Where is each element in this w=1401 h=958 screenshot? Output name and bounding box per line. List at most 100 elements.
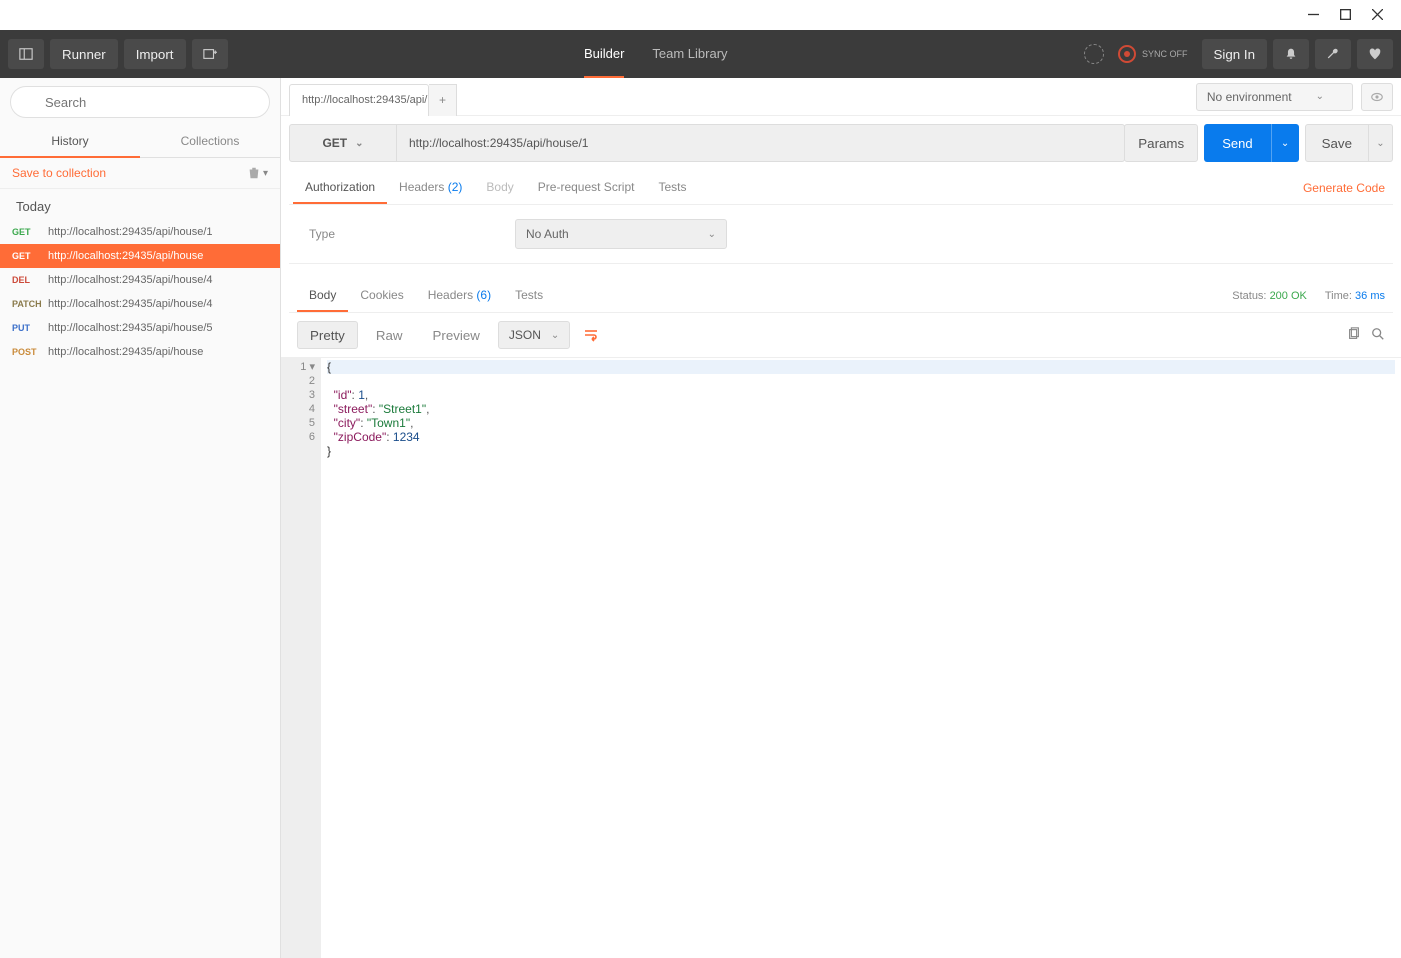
bell-icon bbox=[1284, 47, 1298, 61]
method-select[interactable]: GET ⌄ bbox=[289, 124, 397, 162]
save-button[interactable]: Save bbox=[1305, 124, 1369, 162]
chevron-down-icon: ⌄ bbox=[708, 229, 716, 240]
sidebar-tab-history[interactable]: History bbox=[0, 126, 140, 158]
tab-team-library[interactable]: Team Library bbox=[652, 30, 727, 78]
response-tab-cookies[interactable]: Cookies bbox=[348, 280, 415, 312]
response-body[interactable]: 1 ▾23456 { "id": 1, "street": "Street1",… bbox=[281, 357, 1401, 958]
chevron-down-icon: ⌄ bbox=[1281, 138, 1289, 149]
history-item[interactable]: PATCHhttp://localhost:29435/api/house/4 bbox=[0, 292, 280, 316]
settings-button[interactable] bbox=[1315, 39, 1351, 69]
save-dropdown[interactable]: ⌄ bbox=[1369, 124, 1393, 162]
top-nav: Runner Import Builder Team Library SYNC … bbox=[0, 30, 1401, 78]
heart-button[interactable] bbox=[1357, 39, 1393, 69]
sync-status[interactable]: SYNC OFF bbox=[1110, 45, 1196, 63]
heart-icon bbox=[1368, 47, 1382, 61]
import-button[interactable]: Import bbox=[124, 39, 186, 69]
trash-icon bbox=[247, 166, 261, 180]
environment-quicklook[interactable] bbox=[1361, 83, 1393, 111]
history-item[interactable]: PUT http://localhost:29435/api/house/5 bbox=[0, 316, 280, 340]
send-dropdown[interactable]: ⌄ bbox=[1271, 124, 1299, 162]
search-input[interactable] bbox=[10, 86, 270, 118]
history-method: PATCH bbox=[12, 299, 42, 309]
tab-authorization[interactable]: Authorization bbox=[293, 172, 387, 204]
response-tab-headers[interactable]: Headers (6) bbox=[416, 280, 503, 312]
format-select[interactable]: JSON ⌄ bbox=[498, 321, 570, 349]
add-tab-button[interactable]: + bbox=[429, 84, 457, 116]
history-url: http://localhost:29435/api/house bbox=[48, 250, 203, 262]
new-tab-icon bbox=[203, 47, 217, 61]
history-method: GET bbox=[12, 227, 42, 237]
history-url: http://localhost:29435/api/house/1 bbox=[48, 226, 213, 238]
chevron-down-icon: ⌄ bbox=[1316, 91, 1324, 102]
new-window-button[interactable] bbox=[192, 39, 228, 69]
tab-prerequest[interactable]: Pre-request Script bbox=[526, 172, 647, 204]
environment-select[interactable]: No environment ⌄ bbox=[1196, 83, 1353, 111]
content-area: http://localhost:29435/api/h + No enviro… bbox=[281, 78, 1401, 958]
wrap-button[interactable] bbox=[576, 321, 606, 349]
line-gutter: 1 ▾23456 bbox=[281, 358, 321, 958]
save-to-collection-link[interactable]: Save to collection bbox=[12, 166, 106, 180]
request-tab[interactable]: http://localhost:29435/api/h bbox=[289, 84, 429, 116]
copy-button[interactable] bbox=[1347, 327, 1361, 344]
wrench-icon bbox=[1326, 47, 1340, 61]
history-url: http://localhost:29435/api/house/5 bbox=[48, 322, 213, 334]
sign-in-button[interactable]: Sign In bbox=[1202, 39, 1268, 69]
tab-headers[interactable]: Headers (2) bbox=[387, 172, 474, 204]
method-label: GET bbox=[322, 136, 347, 150]
raw-button[interactable]: Raw bbox=[364, 321, 415, 349]
sidebar-toggle-button[interactable] bbox=[8, 39, 44, 69]
headers-count: (2) bbox=[448, 180, 463, 194]
panel-icon bbox=[19, 47, 33, 61]
sync-icon bbox=[1118, 45, 1136, 63]
chevron-down-icon: ⌄ bbox=[355, 138, 363, 149]
time-info: Time: 36 ms bbox=[1325, 290, 1385, 302]
window-minimize[interactable] bbox=[1297, 1, 1329, 29]
generate-code-link[interactable]: Generate Code bbox=[1299, 173, 1389, 203]
history-item[interactable]: DEL http://localhost:29435/api/house/4 bbox=[0, 268, 280, 292]
params-button[interactable]: Params bbox=[1124, 124, 1198, 162]
sidebar-tab-collections[interactable]: Collections bbox=[140, 126, 280, 158]
url-input[interactable] bbox=[397, 124, 1125, 162]
history-url: http://localhost:29435/api/house bbox=[48, 346, 203, 358]
history-method: GET bbox=[12, 251, 42, 261]
request-tabbar: http://localhost:29435/api/h + No enviro… bbox=[281, 78, 1401, 116]
history-method: POST bbox=[12, 347, 42, 357]
pretty-button[interactable]: Pretty bbox=[297, 321, 358, 349]
status-value: 200 OK bbox=[1270, 290, 1307, 302]
search-response-button[interactable] bbox=[1371, 327, 1385, 344]
auth-type-value: No Auth bbox=[526, 227, 569, 241]
history-method: DEL bbox=[12, 275, 42, 285]
interceptor-icon[interactable] bbox=[1084, 44, 1104, 64]
chevron-down-icon: ▾ bbox=[263, 168, 268, 179]
code-content: { "id": 1, "street": "Street1", "city": … bbox=[321, 358, 1401, 958]
history-item[interactable]: GET http://localhost:29435/api/house bbox=[0, 244, 280, 268]
window-close[interactable] bbox=[1361, 1, 1393, 29]
time-value: 36 ms bbox=[1355, 290, 1385, 302]
search-icon bbox=[1371, 327, 1385, 341]
tab-tests[interactable]: Tests bbox=[646, 172, 698, 204]
tab-builder[interactable]: Builder bbox=[584, 30, 624, 78]
send-button[interactable]: Send bbox=[1204, 124, 1270, 162]
history-url: http://localhost:29435/api/house/4 bbox=[48, 274, 213, 286]
history-item[interactable]: GET http://localhost:29435/api/house/1 bbox=[0, 220, 280, 244]
history-method: PUT bbox=[12, 323, 42, 333]
history-section-today: Today bbox=[0, 189, 280, 220]
history-item[interactable]: POST http://localhost:29435/api/house bbox=[0, 340, 280, 364]
tab-headers-label: Headers bbox=[399, 180, 444, 194]
notifications-button[interactable] bbox=[1273, 39, 1309, 69]
window-maximize[interactable] bbox=[1329, 1, 1361, 29]
response-tab-body[interactable]: Body bbox=[297, 280, 348, 312]
tab-body[interactable]: Body bbox=[474, 172, 525, 204]
window-titlebar bbox=[0, 0, 1401, 30]
trash-button[interactable]: ▾ bbox=[247, 166, 268, 180]
response-tab-tests[interactable]: Tests bbox=[503, 280, 555, 312]
wrap-icon bbox=[583, 327, 599, 343]
preview-button[interactable]: Preview bbox=[420, 321, 491, 349]
auth-type-select[interactable]: No Auth ⌄ bbox=[515, 219, 727, 249]
time-label: Time: bbox=[1325, 290, 1352, 302]
runner-button[interactable]: Runner bbox=[50, 39, 118, 69]
sidebar: History Collections Save to collection ▾… bbox=[0, 78, 281, 958]
status-label: Status: bbox=[1232, 290, 1266, 302]
chevron-down-icon: ⌄ bbox=[551, 330, 559, 341]
environment-label: No environment bbox=[1207, 90, 1292, 104]
